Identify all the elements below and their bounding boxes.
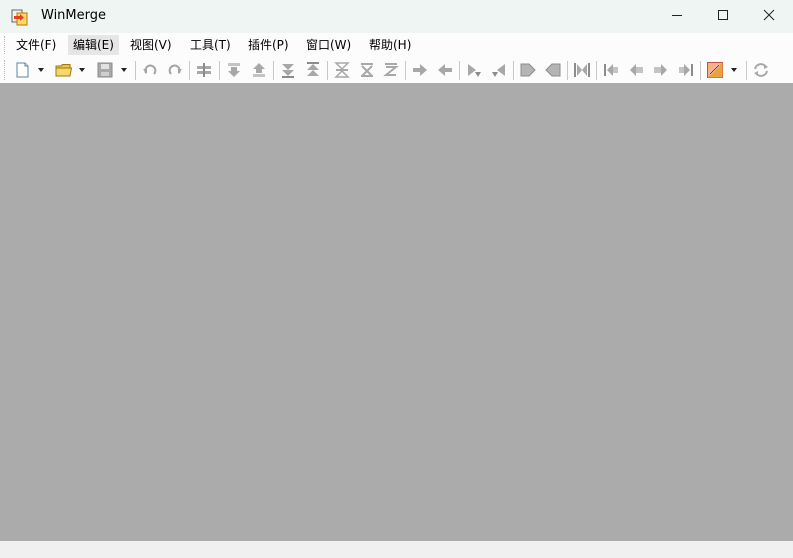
status-bar: [0, 541, 793, 558]
new-document-icon[interactable]: [14, 61, 32, 79]
toolbar: [0, 57, 793, 83]
current-diff-icon[interactable]: [333, 61, 351, 79]
options-dropdown-chevron-down-icon[interactable]: [731, 68, 737, 72]
menu-tools[interactable]: 工具(T): [185, 35, 236, 55]
last-diff-icon[interactable]: [279, 61, 297, 79]
prev-diff-icon[interactable]: [250, 61, 268, 79]
title-bar: WinMerge: [0, 0, 793, 33]
merge-icon[interactable]: [195, 61, 213, 79]
toolbar-separator: [405, 61, 406, 80]
copy-right-icon[interactable]: [411, 61, 429, 79]
save-icon[interactable]: [96, 61, 114, 79]
copy-all-right-icon[interactable]: [519, 61, 537, 79]
redo-icon[interactable]: [166, 61, 184, 79]
toolbar-separator: [273, 61, 274, 80]
toolbar-separator: [596, 61, 597, 80]
close-button[interactable]: [746, 0, 792, 33]
copy-all-left-icon[interactable]: [544, 61, 562, 79]
open-dropdown-chevron-down-icon[interactable]: [79, 68, 85, 72]
toolbar-separator: [700, 61, 701, 80]
toolbar-separator: [513, 61, 514, 80]
next-file-icon[interactable]: [652, 61, 670, 79]
toolbar-grip[interactable]: [4, 60, 7, 80]
toolbar-separator: [459, 61, 460, 80]
minimize-icon: [671, 9, 683, 24]
first-diff-icon[interactable]: [304, 61, 322, 79]
new-dropdown-chevron-down-icon[interactable]: [38, 68, 44, 72]
toolbar-separator: [219, 61, 220, 80]
copy-left-advance-icon[interactable]: [490, 61, 508, 79]
copy-right-advance-icon[interactable]: [465, 61, 483, 79]
winmerge-app-icon[interactable]: [11, 8, 29, 26]
menubar-grip[interactable]: [4, 36, 7, 54]
copy-left-icon[interactable]: [436, 61, 454, 79]
options-icon[interactable]: [706, 61, 724, 79]
toolbar-separator: [135, 61, 136, 80]
menu-window[interactable]: 窗口(W): [301, 35, 356, 55]
menu-edit[interactable]: 编辑(E): [68, 35, 119, 55]
mdi-workspace[interactable]: [0, 83, 793, 541]
minimize-button[interactable]: [654, 0, 700, 33]
open-folder-icon[interactable]: [55, 61, 73, 79]
menu-file[interactable]: 文件(F): [11, 35, 61, 55]
copy-all-icon[interactable]: [573, 61, 591, 79]
last-file-icon[interactable]: [677, 61, 695, 79]
refresh-icon[interactable]: [752, 61, 770, 79]
toolbar-separator: [189, 61, 190, 80]
prev-conflict-icon[interactable]: [382, 61, 400, 79]
menu-bar: 文件(F) 编辑(E) 视图(V) 工具(T) 插件(P) 窗口(W) 帮助(H…: [0, 33, 793, 57]
toolbar-separator: [567, 61, 568, 80]
toolbar-separator: [327, 61, 328, 80]
undo-icon[interactable]: [141, 61, 159, 79]
menu-help[interactable]: 帮助(H): [364, 35, 416, 55]
first-file-icon[interactable]: [602, 61, 620, 79]
close-icon: [763, 9, 775, 24]
prev-file-icon[interactable]: [627, 61, 645, 79]
maximize-button[interactable]: [700, 0, 746, 33]
maximize-icon: [717, 9, 729, 24]
next-diff-icon[interactable]: [225, 61, 243, 79]
window-title: WinMerge: [41, 8, 106, 23]
menu-view[interactable]: 视图(V): [125, 35, 177, 55]
toolbar-separator: [746, 61, 747, 80]
menu-plugins[interactable]: 插件(P): [243, 35, 294, 55]
save-dropdown-chevron-down-icon[interactable]: [121, 68, 127, 72]
next-conflict-icon[interactable]: [358, 61, 376, 79]
